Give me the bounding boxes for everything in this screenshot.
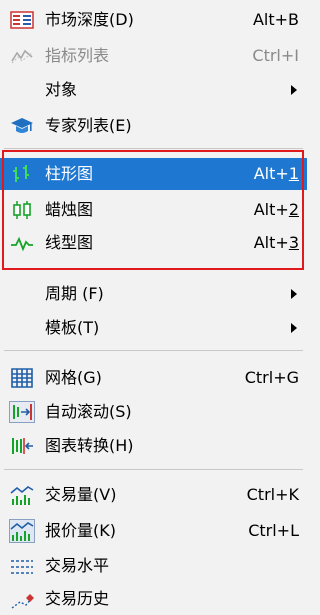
menu-item-auto-scroll[interactable]: 自动滚动(S) — [0, 396, 307, 428]
menu-item-label: 交易量(V) — [45, 485, 117, 504]
menu-separator — [4, 469, 303, 470]
line-chart-icon — [9, 233, 35, 253]
grid-icon — [9, 368, 35, 388]
shortcut-key: 2 — [288, 200, 299, 219]
auto-scroll-icon — [9, 401, 35, 423]
context-menu: 市场深度(D) Alt+B 指标列表 Ctrl+I 对象 专家列表(E) 柱形图… — [0, 0, 307, 609]
menu-item-label: 周期 (F) — [45, 284, 104, 303]
menu-item-bar-chart[interactable]: 柱形图 Alt+1 — [0, 158, 307, 190]
menu-item-experts-list[interactable]: 专家列表(E) — [0, 110, 307, 142]
chart-shift-icon — [9, 436, 35, 456]
menu-item-label: 网格(G) — [45, 368, 102, 387]
menu-item-label: 市场深度(D) — [45, 10, 134, 29]
menu-item-objects[interactable]: 对象 — [0, 74, 307, 106]
menu-item-candlestick[interactable]: 蜡烛图 Alt+2 — [0, 194, 307, 226]
menu-item-shortcut: Ctrl+K — [246, 485, 299, 504]
menu-item-chart-shift[interactable]: 图表转换(H) — [0, 430, 307, 462]
menu-item-volume[interactable]: 交易量(V) Ctrl+K — [0, 479, 307, 511]
bar-chart-icon — [9, 164, 35, 184]
shortcut-prefix: Alt+ — [253, 233, 289, 252]
menu-item-shortcut: Ctrl+I — [252, 46, 299, 65]
menu-item-tick-volume[interactable]: 报价量(K) Ctrl+L — [0, 515, 307, 547]
shortcut-prefix: Alt+ — [253, 164, 289, 183]
menu-separator — [4, 148, 303, 149]
menu-item-label: 专家列表(E) — [45, 116, 132, 135]
shortcut-prefix: Alt+ — [253, 200, 289, 219]
menu-item-label: 报价量(K) — [45, 521, 116, 540]
menu-item-label: 自动滚动(S) — [45, 402, 132, 421]
volume-icon — [9, 485, 35, 505]
menu-item-shortcut: Alt+1 — [254, 158, 299, 190]
submenu-arrow-icon — [291, 85, 297, 95]
menu-item-periodicity[interactable]: 周期 (F) — [0, 278, 307, 310]
menu-item-trade-history[interactable]: 交易历史 — [0, 583, 307, 615]
menu-item-label: 交易水平 — [45, 556, 110, 575]
menu-item-grid[interactable]: 网格(G) Ctrl+G — [0, 362, 307, 394]
menu-item-shortcut: Alt+2 — [254, 194, 299, 226]
menu-item-shortcut: Alt+B — [252, 10, 299, 29]
menu-item-template[interactable]: 模板(T) — [0, 312, 307, 344]
menu-item-label: 蜡烛图 — [45, 200, 94, 219]
menu-item-trade-levels[interactable]: 交易水平 — [0, 550, 307, 582]
experts-icon — [9, 116, 35, 136]
menu-item-label: 交易历史 — [45, 589, 110, 608]
candlestick-icon — [9, 200, 35, 220]
market-depth-icon — [9, 10, 35, 30]
menu-item-label: 模板(T) — [45, 318, 100, 337]
indicators-icon — [9, 46, 35, 66]
menu-separator — [4, 350, 303, 351]
menu-item-line-chart[interactable]: 线型图 Alt+3 — [0, 227, 307, 259]
shortcut-key: 1 — [288, 164, 299, 183]
tick-volume-icon — [9, 519, 35, 543]
submenu-arrow-icon — [291, 323, 297, 333]
shortcut-key: 3 — [288, 233, 299, 252]
menu-item-label: 对象 — [45, 80, 78, 99]
menu-item-label: 柱形图 — [45, 164, 94, 183]
menu-item-label: 线型图 — [45, 233, 94, 252]
submenu-arrow-icon — [291, 289, 297, 299]
menu-item-indicators-list[interactable]: 指标列表 Ctrl+I — [0, 40, 307, 72]
menu-item-shortcut: Ctrl+G — [244, 368, 299, 387]
menu-item-shortcut: Ctrl+L — [248, 521, 299, 540]
menu-item-market-depth[interactable]: 市场深度(D) Alt+B — [0, 4, 307, 36]
trade-history-icon — [9, 589, 35, 609]
menu-item-label: 指标列表 — [45, 46, 110, 65]
menu-item-label: 图表转换(H) — [45, 436, 134, 455]
trade-levels-icon — [9, 556, 35, 576]
menu-item-shortcut: Alt+3 — [254, 227, 299, 259]
